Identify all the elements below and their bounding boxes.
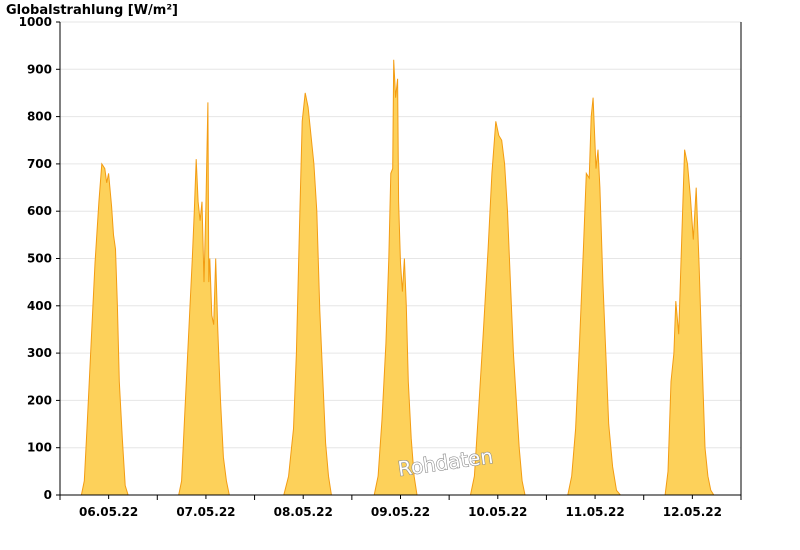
x-tick-label: 11.05.22 xyxy=(565,505,624,519)
x-tick-label: 07.05.22 xyxy=(176,505,235,519)
area-layer xyxy=(80,59,723,496)
y-tick-label: 200 xyxy=(27,393,52,407)
y-tick-label: 800 xyxy=(27,110,52,124)
globalstrahlung-chart: Globalstrahlung [W/m²] 01002003004005006… xyxy=(6,3,742,519)
y-tick-label: 400 xyxy=(27,299,52,313)
x-tick-label: 08.05.22 xyxy=(274,505,333,519)
x-tick-label: 10.05.22 xyxy=(468,505,527,519)
y-tick-label: 100 xyxy=(27,441,52,455)
x-tick-label: 06.05.22 xyxy=(79,505,138,519)
y-tick-label: 600 xyxy=(27,204,52,218)
chart-container: Globalstrahlung [W/m²] 0 100 200 300 400 500 6… xyxy=(0,0,800,550)
x-tick-label: 12.05.22 xyxy=(663,505,722,519)
x-tick-label: 09.05.22 xyxy=(371,505,430,519)
y-tick-label: 0 xyxy=(44,488,52,502)
label-layer: 0 100 200 300 400 500 600 700 800 900 1000 06.05.22… xyxy=(19,15,722,519)
y-tick-label: 700 xyxy=(27,157,52,171)
y-tick-label: 500 xyxy=(27,252,52,266)
y-tick-label: 300 xyxy=(27,346,52,360)
y-tick-label: 900 xyxy=(27,62,52,76)
y-tick-label: 1000 xyxy=(19,15,52,29)
